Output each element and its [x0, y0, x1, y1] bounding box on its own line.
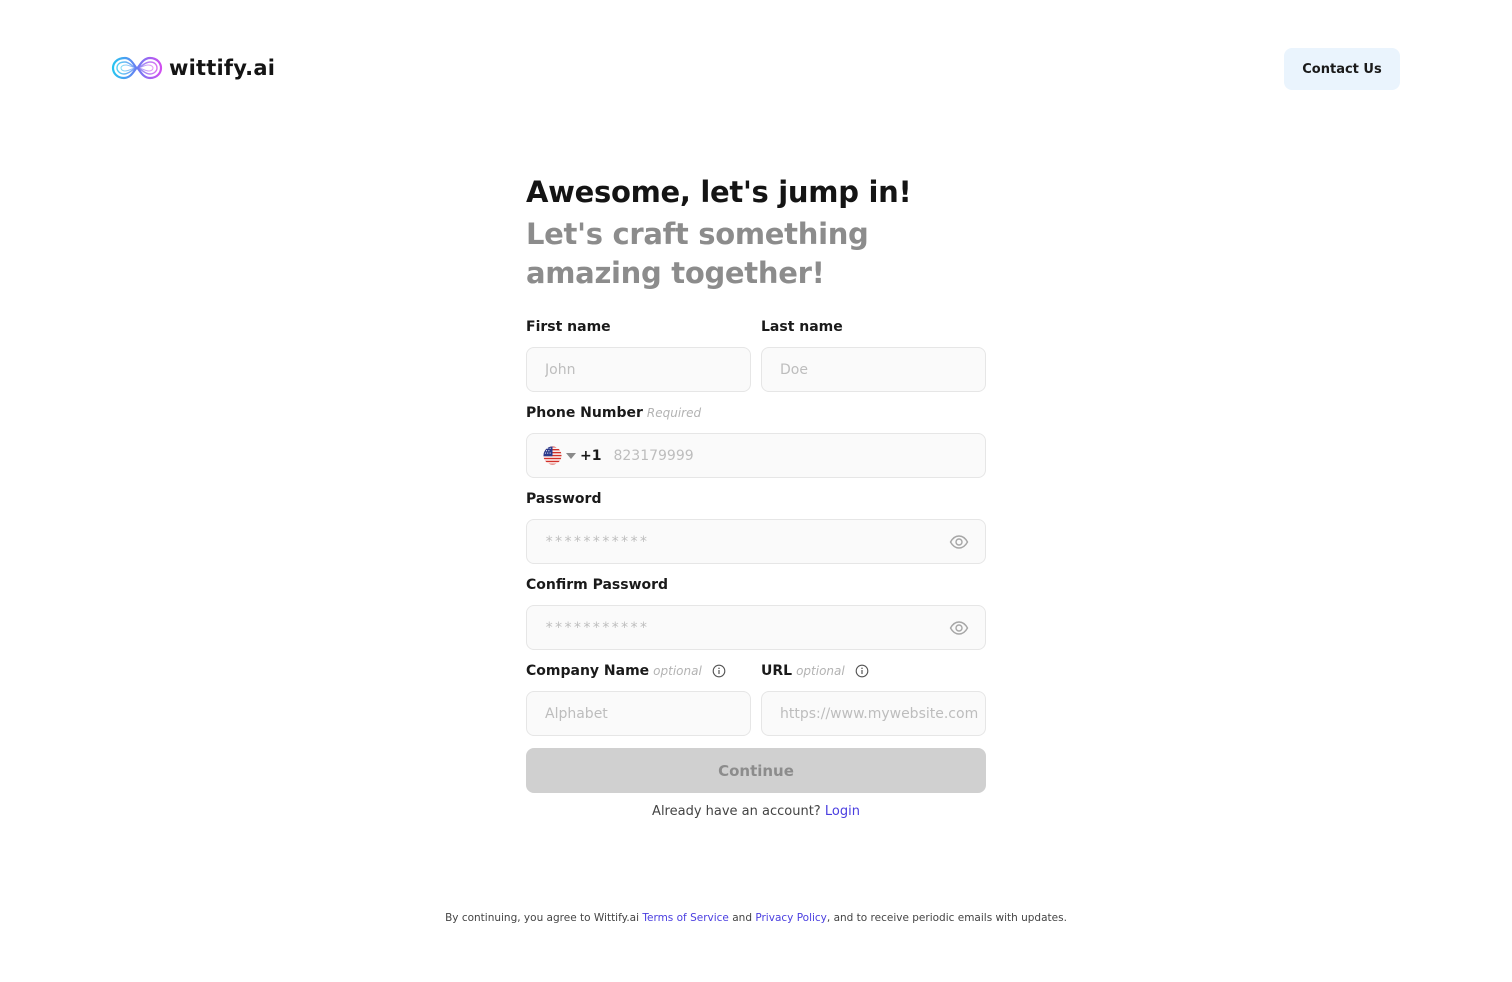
login-prompt: Already have an account? Login: [526, 804, 986, 819]
country-code-select[interactable]: +1: [543, 446, 601, 465]
first-name-input[interactable]: [543, 360, 734, 379]
url-label: URL optional: [761, 663, 869, 679]
country-dial-code: +1: [580, 447, 602, 464]
footer-suffix: , and to receive periodic emails with up…: [826, 912, 1067, 924]
legal-footer: By continuing, you agree to Wittify.ai T…: [0, 912, 1512, 924]
footer-and: and: [732, 912, 752, 924]
info-icon[interactable]: [855, 664, 869, 678]
infinity-logo-icon: [111, 56, 163, 80]
url-label-text: URL: [761, 663, 793, 679]
first-name-label: First name: [526, 319, 611, 335]
privacy-policy-link[interactable]: Privacy Policy: [755, 912, 827, 924]
contact-us-button[interactable]: Contact Us: [1284, 48, 1400, 90]
confirm-password-field-wrapper: [526, 605, 986, 650]
first-name-field-wrapper: [526, 347, 751, 392]
eye-icon[interactable]: [949, 532, 969, 552]
url-field-wrapper: [761, 691, 986, 736]
last-name-label-text: Last name: [761, 319, 843, 335]
phone-label: Phone Number Required: [526, 405, 701, 421]
company-name-label: Company Name optional: [526, 663, 726, 679]
info-icon[interactable]: [712, 664, 726, 678]
chevron-down-icon: [566, 452, 576, 459]
phone-field-wrapper: +1: [526, 433, 986, 478]
password-input[interactable]: [543, 532, 949, 551]
last-name-input[interactable]: [778, 360, 969, 379]
confirm-password-label-text: Confirm Password: [526, 577, 669, 593]
page-title: Awesome, let's jump in!: [526, 175, 912, 209]
header: wittify.ai Contact Us: [0, 0, 1512, 140]
company-optional-hint: optional: [653, 664, 702, 678]
phone-label-text: Phone Number: [526, 405, 643, 421]
company-name-label-text: Company Name: [526, 663, 650, 679]
phone-required-hint: Required: [646, 406, 702, 420]
phone-input[interactable]: [611, 446, 969, 465]
login-link[interactable]: Login: [825, 804, 860, 819]
url-input[interactable]: [778, 704, 981, 723]
password-label: Password: [526, 491, 601, 507]
signup-form: Awesome, let's jump in! Let's craft some…: [526, 172, 986, 819]
logo-text: wittify.ai: [169, 56, 276, 80]
password-label-text: Password: [526, 491, 602, 507]
first-name-label-text: First name: [526, 319, 611, 335]
company-field-wrapper: [526, 691, 751, 736]
last-name-field-wrapper: [761, 347, 986, 392]
eye-icon[interactable]: [949, 618, 969, 638]
logo[interactable]: wittify.ai: [111, 52, 275, 84]
password-field-wrapper: [526, 519, 986, 564]
company-name-input[interactable]: [543, 704, 734, 723]
confirm-password-input[interactable]: [543, 618, 949, 637]
us-flag-icon: [543, 446, 562, 465]
confirm-password-label: Confirm Password: [526, 577, 668, 593]
page-subtitle: Let's craft something amazing together!: [526, 217, 869, 290]
last-name-label: Last name: [761, 319, 843, 335]
login-prompt-text: Already have an account?: [652, 804, 821, 819]
terms-of-service-link[interactable]: Terms of Service: [642, 912, 729, 924]
url-optional-hint: optional: [796, 664, 845, 678]
continue-button[interactable]: Continue: [526, 748, 986, 793]
footer-prefix: By continuing, you agree to Wittify.ai: [445, 912, 640, 924]
